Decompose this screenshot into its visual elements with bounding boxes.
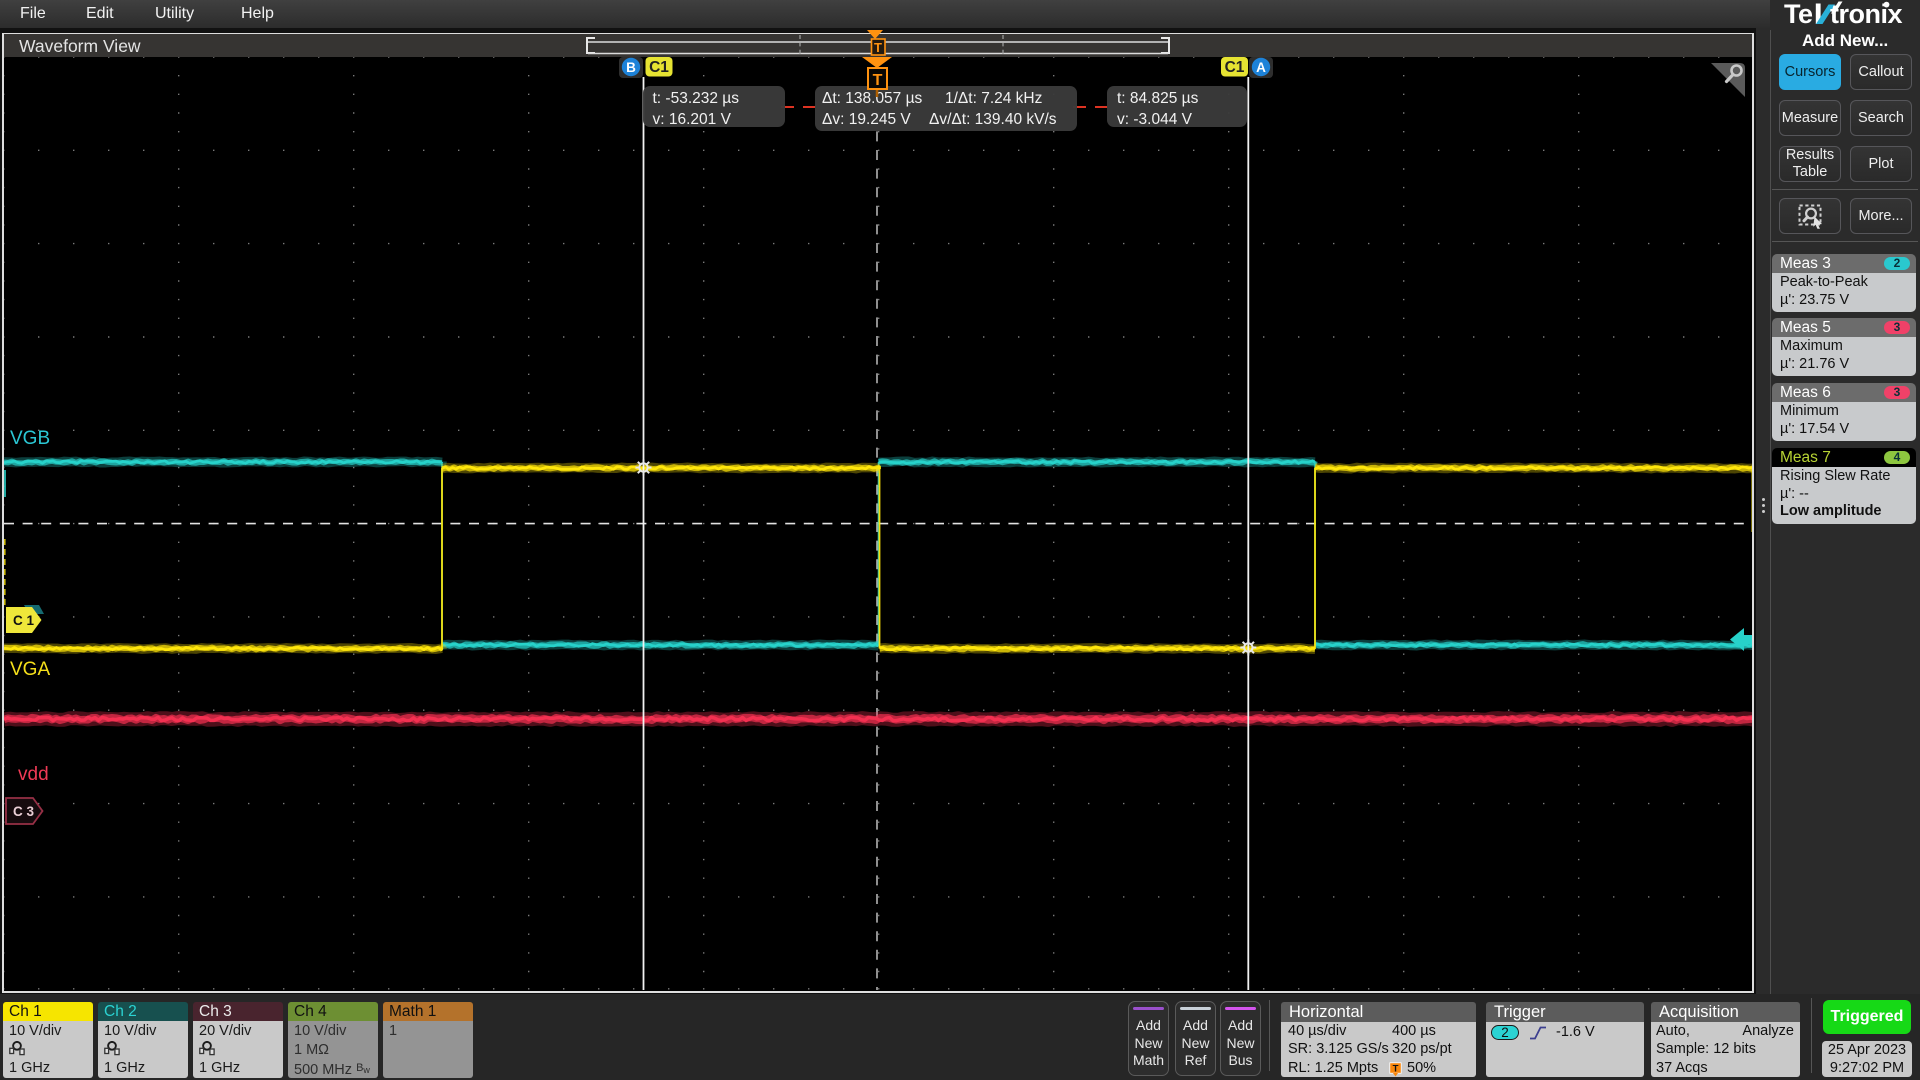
svg-text:B: B <box>626 60 636 75</box>
svg-text:T: T <box>874 40 882 55</box>
svg-text:tronix: tronix <box>1830 1 1902 27</box>
svg-text:Te: Te <box>1784 1 1813 27</box>
svg-text:C1: C1 <box>649 59 669 76</box>
svg-text:C 1: C 1 <box>13 613 35 628</box>
svg-text:C1: C1 <box>1225 59 1245 76</box>
svg-text:T: T <box>1393 1064 1399 1075</box>
svg-text:T: T <box>873 72 883 89</box>
svg-text:C 3: C 3 <box>13 804 35 819</box>
svg-text:A: A <box>1256 60 1266 75</box>
